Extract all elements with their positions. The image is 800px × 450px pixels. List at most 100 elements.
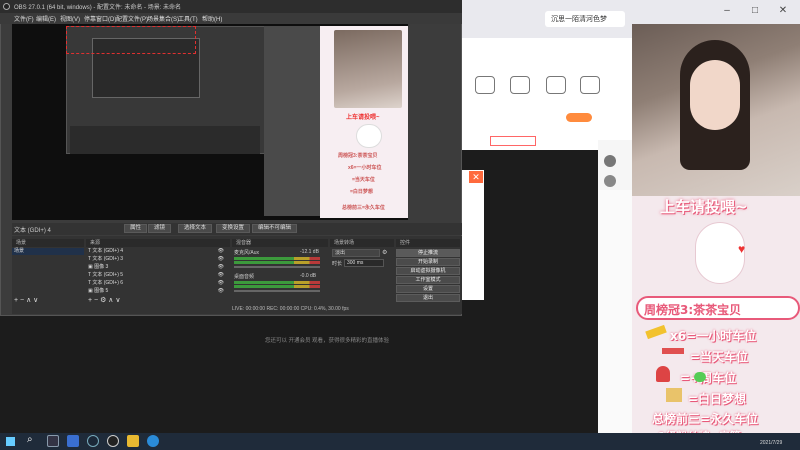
sources-header: 来源 xyxy=(86,239,230,247)
menu-file[interactable]: 文件(F) xyxy=(14,14,34,23)
source-name: 文本 (GDI+) 3 xyxy=(92,256,124,262)
obs-logo-icon xyxy=(3,3,10,10)
text-source-icon: T xyxy=(88,256,91,262)
menu-profile[interactable]: 配置文件(P) xyxy=(116,14,148,23)
preview-perk: =当天车位 xyxy=(352,177,375,183)
site-nav-icon-4[interactable] xyxy=(580,76,600,94)
mixer-header: 混音器 xyxy=(232,239,328,247)
volume-slider[interactable] xyxy=(234,266,320,268)
obs-icon[interactable] xyxy=(107,435,119,447)
duration-input[interactable]: 300 ms xyxy=(344,259,384,267)
steam-icon[interactable] xyxy=(87,435,99,447)
app-icon[interactable] xyxy=(127,435,139,447)
exit-button[interactable]: 退出 xyxy=(396,294,460,302)
settings-button[interactable]: 设置 xyxy=(396,285,460,293)
text-source-icon: T xyxy=(88,272,91,278)
eye-icon[interactable]: 👁 xyxy=(218,288,224,295)
menu-help[interactable]: 帮助(H) xyxy=(202,14,222,23)
perk-line: =当天车位 xyxy=(690,350,749,364)
mixer-channel-name: 桌面音频 xyxy=(234,274,255,280)
streamer-face xyxy=(690,60,740,130)
source-row[interactable]: T 文本 (GDI+) 3 👁 xyxy=(88,256,228,263)
scenes-header: 场景 xyxy=(12,239,84,247)
minimize-button[interactable]: – xyxy=(720,4,734,18)
preview-title: 上车请投喂~ xyxy=(346,115,380,121)
volume-meter xyxy=(234,261,320,264)
text-source-icon: T xyxy=(88,280,91,286)
volume-meter xyxy=(234,281,320,284)
search-icon[interactable]: ⌕ xyxy=(27,434,33,445)
mixer-channel-name: 麦克风/Aux xyxy=(234,250,260,256)
selection-box[interactable] xyxy=(66,26,196,54)
popup-dialog xyxy=(462,170,484,300)
windows-start-icon[interactable] xyxy=(6,437,15,446)
volume-meter xyxy=(234,257,320,260)
site-nav-icon-3[interactable] xyxy=(546,76,566,94)
windows-taskbar xyxy=(0,433,800,450)
tab-label: 沉思一陌清河色梦 xyxy=(551,16,607,23)
image-source-icon: ▣ xyxy=(88,288,93,294)
source-row[interactable]: ▣ 图像 5 👁 xyxy=(88,288,228,295)
edit-readonly-button[interactable]: 编辑不可编辑 xyxy=(252,224,298,233)
preview-perk: =白日梦想 xyxy=(350,189,373,195)
perk-line: x6=一小时车位 xyxy=(670,329,757,343)
menu-edit[interactable]: 编辑(E) xyxy=(36,14,56,23)
menu-docks[interactable]: 停靠窗口(D) xyxy=(84,14,116,23)
selected-source-label: 文本 (GDI+) 4 xyxy=(14,228,51,234)
taskview-icon[interactable] xyxy=(47,435,59,447)
source-row[interactable]: T 文本 (GDI+) 5 👁 xyxy=(88,272,228,279)
transform-button[interactable]: 变换设置 xyxy=(216,224,251,233)
source-row[interactable]: T 文本 (GDI+) 6 👁 xyxy=(88,280,228,287)
maximize-button[interactable]: □ xyxy=(748,4,762,18)
avatar xyxy=(604,175,616,187)
source-name: 文本 (GDI+) 6 xyxy=(92,280,124,286)
duration-label: 时长 xyxy=(332,261,343,267)
store-icon[interactable] xyxy=(67,435,79,447)
taskbar-clock: 2021/7/29 xyxy=(760,440,783,446)
source-row[interactable]: T 文本 (GDI+) 4 👁 xyxy=(88,248,228,255)
source-row[interactable]: ▣ 图像 3 👁 xyxy=(88,264,228,271)
perk-line: =白日梦想 xyxy=(688,392,747,406)
volume-slider[interactable] xyxy=(234,290,320,292)
preview-browser-strip xyxy=(264,26,320,216)
menu-scene-collection[interactable]: 场景集合(S) xyxy=(147,14,179,23)
menu-view[interactable]: 视图(V) xyxy=(60,14,80,23)
stop-stream-button[interactable]: 停止推流 xyxy=(396,249,460,257)
gear-icon[interactable]: ⚙ xyxy=(382,249,387,256)
properties-button[interactable]: 属性 xyxy=(124,224,148,233)
preview-perk: 总榜前三=永久车位 xyxy=(342,205,385,211)
eye-icon[interactable]: 👁 xyxy=(218,272,224,279)
spaceship-icon xyxy=(666,388,682,402)
eye-icon[interactable]: 👁 xyxy=(218,264,224,271)
overlay-title: 上车请投喂~ xyxy=(660,198,748,216)
add-scene-button[interactable]: + − ∧ ∨ xyxy=(14,296,38,304)
preview-cam-image xyxy=(334,30,402,108)
eye-icon[interactable]: 👁 xyxy=(218,256,224,263)
studio-mode-button[interactable]: 工作室模式 xyxy=(396,276,460,284)
menu-tools[interactable]: 工具(T) xyxy=(178,14,198,23)
edge-icon[interactable] xyxy=(147,435,159,447)
eye-icon[interactable]: 👁 xyxy=(218,248,224,255)
eye-icon[interactable]: 👁 xyxy=(218,280,224,287)
rocket-icon xyxy=(656,366,670,382)
site-nav-icon-1[interactable] xyxy=(475,76,495,94)
start-recording-button[interactable]: 开始录制 xyxy=(396,258,460,266)
source-name: 文本 (GDI+) 5 xyxy=(92,272,124,278)
add-source-button[interactable]: + − ⚙ ∧ ∨ xyxy=(88,296,120,304)
transition-select[interactable]: 淡出 xyxy=(332,249,380,257)
scene-item[interactable]: 场景 xyxy=(12,248,84,255)
follow-button[interactable] xyxy=(566,113,592,122)
site-nav-icon-2[interactable] xyxy=(510,76,530,94)
browser-tab-active[interactable]: 沉思一陌清河色梦 xyxy=(545,11,625,27)
controls-header: 控件 xyxy=(396,239,460,247)
image-source-icon: ▣ xyxy=(88,264,93,270)
heart-icon: ♥ xyxy=(738,242,746,256)
filters-button[interactable]: 滤镜 xyxy=(148,224,172,233)
preview-fanclub: 周榜冠3:茶茶宝贝 xyxy=(338,153,378,159)
virtual-camera-button[interactable]: 启动虚拟摄像机 xyxy=(396,267,460,275)
select-text-button[interactable]: 选择文本 xyxy=(178,224,213,233)
site-rank-badge[interactable] xyxy=(490,136,536,146)
close-window-button[interactable]: ✕ xyxy=(776,4,790,18)
bunny-icon xyxy=(356,124,382,148)
close-icon[interactable]: ✕ xyxy=(469,171,483,183)
